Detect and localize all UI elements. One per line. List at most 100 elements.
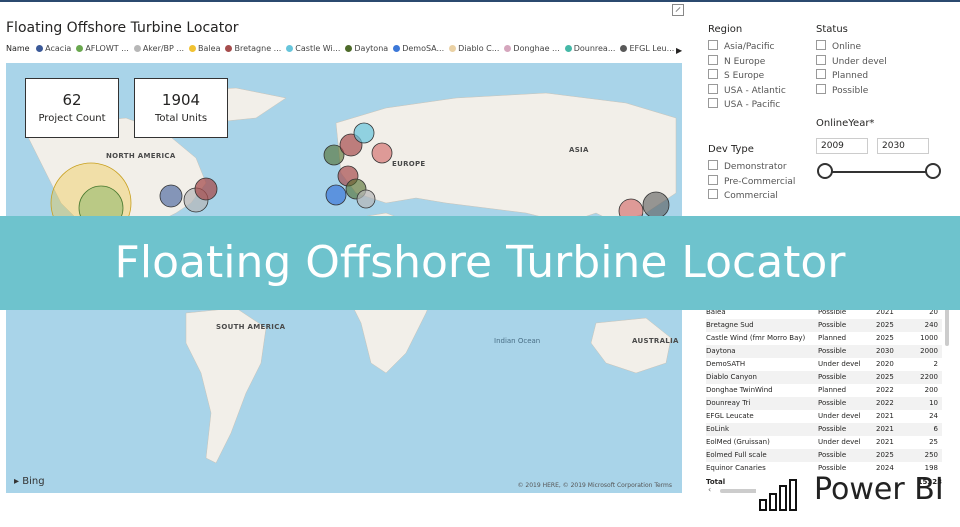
year-slider-end-handle[interactable]	[925, 163, 941, 179]
table-row[interactable]: Bretagne Sud Possible 2025 240	[706, 319, 942, 332]
table-row[interactable]: Eolmed Full scale Possible 2025 250	[706, 449, 942, 462]
table-cell: 2200	[920, 373, 938, 381]
table-row[interactable]: EFGL Leucate Under devel 2021 24	[706, 410, 942, 423]
dev-type-slicer-title: Dev Type	[708, 144, 754, 155]
scroll-left-icon[interactable]: ‹	[708, 485, 711, 494]
legend-item[interactable]: Daytona	[345, 44, 388, 53]
table-row[interactable]: Diablo Canyon Possible 2025 2200	[706, 371, 942, 384]
table-cell: Possible	[818, 399, 847, 407]
table-cell: 6	[933, 425, 938, 433]
year-to-input[interactable]: 2030	[877, 138, 929, 154]
legend-item[interactable]: Balea	[189, 44, 220, 53]
legend-item[interactable]: Bretagne ...	[225, 44, 281, 53]
table-cell: Possible	[818, 373, 847, 381]
legend-dot-icon	[393, 45, 401, 52]
legend-item[interactable]: Acacia	[36, 44, 71, 53]
legend-dot-icon	[504, 45, 512, 52]
checkbox-icon[interactable]	[708, 98, 718, 108]
checkbox-icon[interactable]	[708, 54, 718, 65]
table-cell: Possible	[818, 425, 847, 433]
table-cell: 200	[924, 386, 938, 394]
map-title: Floating Offshore Turbine Locator	[6, 20, 239, 36]
checkbox-icon[interactable]	[816, 54, 826, 65]
year-slider-track[interactable]	[825, 171, 935, 173]
table-cell: EoLink	[706, 425, 730, 433]
legend-item[interactable]: Diablo C...	[449, 44, 499, 53]
table-cell: Bretagne Sud	[706, 321, 754, 329]
table-cell: 25	[929, 438, 938, 446]
table-cell: Planned	[818, 386, 847, 394]
dev-type-option[interactable]: Commercial	[708, 189, 778, 201]
status-option[interactable]: Online	[816, 40, 861, 52]
table-row[interactable]: Donghae TwinWind Planned 2022 200	[706, 384, 942, 397]
table-cell: Eolmed Full scale	[706, 451, 767, 459]
table-cell: 2	[933, 360, 938, 368]
status-option[interactable]: Planned	[816, 69, 868, 81]
table-cell: 2021	[876, 438, 894, 446]
focus-mode-icon[interactable]	[672, 4, 684, 16]
table-cell: 2025	[876, 334, 894, 342]
checkbox-icon[interactable]	[708, 69, 718, 79]
legend-item[interactable]: Donghae ...	[504, 44, 560, 53]
table-cell: 24	[929, 412, 938, 420]
legend-dot-icon	[189, 45, 197, 52]
table-cell: 1000	[920, 334, 938, 342]
total-units-label: Total Units	[154, 113, 208, 124]
status-slicer-title: Status	[816, 24, 848, 35]
region-option[interactable]: USA - Pacific	[708, 98, 780, 110]
table-cell: 2022	[876, 386, 894, 394]
chevron-right-icon[interactable]: ▶	[676, 46, 682, 55]
legend-dot-icon	[36, 45, 44, 52]
table-row[interactable]: Castle Wind (fmr Morro Bay) Planned 2025 10…	[706, 332, 942, 345]
legend-item[interactable]: Aker/BP ...	[133, 44, 184, 53]
year-slider-start-handle[interactable]	[817, 163, 833, 179]
legend-item[interactable]: AFLOWT ...	[76, 44, 129, 53]
region-option[interactable]: USA - Atlantic	[708, 83, 786, 96]
legend-item[interactable]: Dounrea...	[564, 44, 615, 53]
status-option[interactable]: Under devel	[816, 54, 887, 67]
legend-item[interactable]: Castle Wi...	[286, 44, 340, 53]
legend-item[interactable]: EFGL Leu...	[620, 44, 674, 53]
map-bubble	[325, 184, 347, 206]
table-row[interactable]: Daytona Possible 2030 2000	[706, 345, 942, 358]
checkbox-icon[interactable]	[816, 69, 826, 79]
table-row[interactable]: DemoSATH Under devel 2020 2	[706, 358, 942, 371]
checkbox-icon[interactable]	[708, 189, 718, 199]
total-units-value: 1904	[161, 91, 201, 109]
map-bubble	[353, 122, 375, 144]
table-cell: 2030	[876, 347, 894, 355]
legend-dot-icon	[564, 45, 572, 52]
power-bi-text: Power BI	[814, 472, 944, 507]
table-cell: 2025	[876, 373, 894, 381]
table-cell: 2022	[876, 399, 894, 407]
table-row[interactable]: EoLink Possible 2021 6	[706, 423, 942, 436]
scroll-thumb[interactable]	[945, 306, 949, 346]
table-cell: Donghae TwinWind	[706, 386, 773, 394]
map-bubble	[371, 142, 393, 164]
label-south-america: SOUTH AMERICA	[216, 323, 286, 331]
region-slicer-title: Region	[708, 24, 743, 35]
dev-type-option[interactable]: Demonstrator	[708, 160, 787, 172]
top-accent-line	[0, 0, 960, 2]
table-vertical-scrollbar[interactable]	[944, 306, 950, 484]
checkbox-icon[interactable]	[708, 83, 718, 94]
region-option[interactable]: S Europe	[708, 69, 764, 81]
dev-type-option[interactable]: Pre-Commercial	[708, 174, 795, 187]
status-option[interactable]: Possible	[816, 83, 868, 96]
checkbox-icon[interactable]	[708, 160, 718, 170]
table-cell: Possible	[818, 347, 847, 355]
checkbox-icon[interactable]	[708, 40, 718, 50]
table-cell: 10	[929, 399, 938, 407]
map-bubble	[194, 177, 218, 201]
region-option[interactable]: N Europe	[708, 54, 765, 67]
region-option[interactable]: Asia/Pacific	[708, 40, 775, 52]
checkbox-icon[interactable]	[708, 174, 718, 185]
checkbox-icon[interactable]	[816, 83, 826, 94]
checkbox-icon[interactable]	[816, 40, 826, 50]
table-cell: 250	[924, 451, 938, 459]
label-north-america: NORTH AMERICA	[106, 152, 176, 160]
table-row[interactable]: EolMed (Gruissan) Under devel 2021 25	[706, 436, 942, 449]
legend-item[interactable]: DemoSA...	[393, 44, 444, 53]
table-row[interactable]: Dounreay Tri Possible 2022 10	[706, 397, 942, 410]
year-from-input[interactable]: 2009	[816, 138, 868, 154]
